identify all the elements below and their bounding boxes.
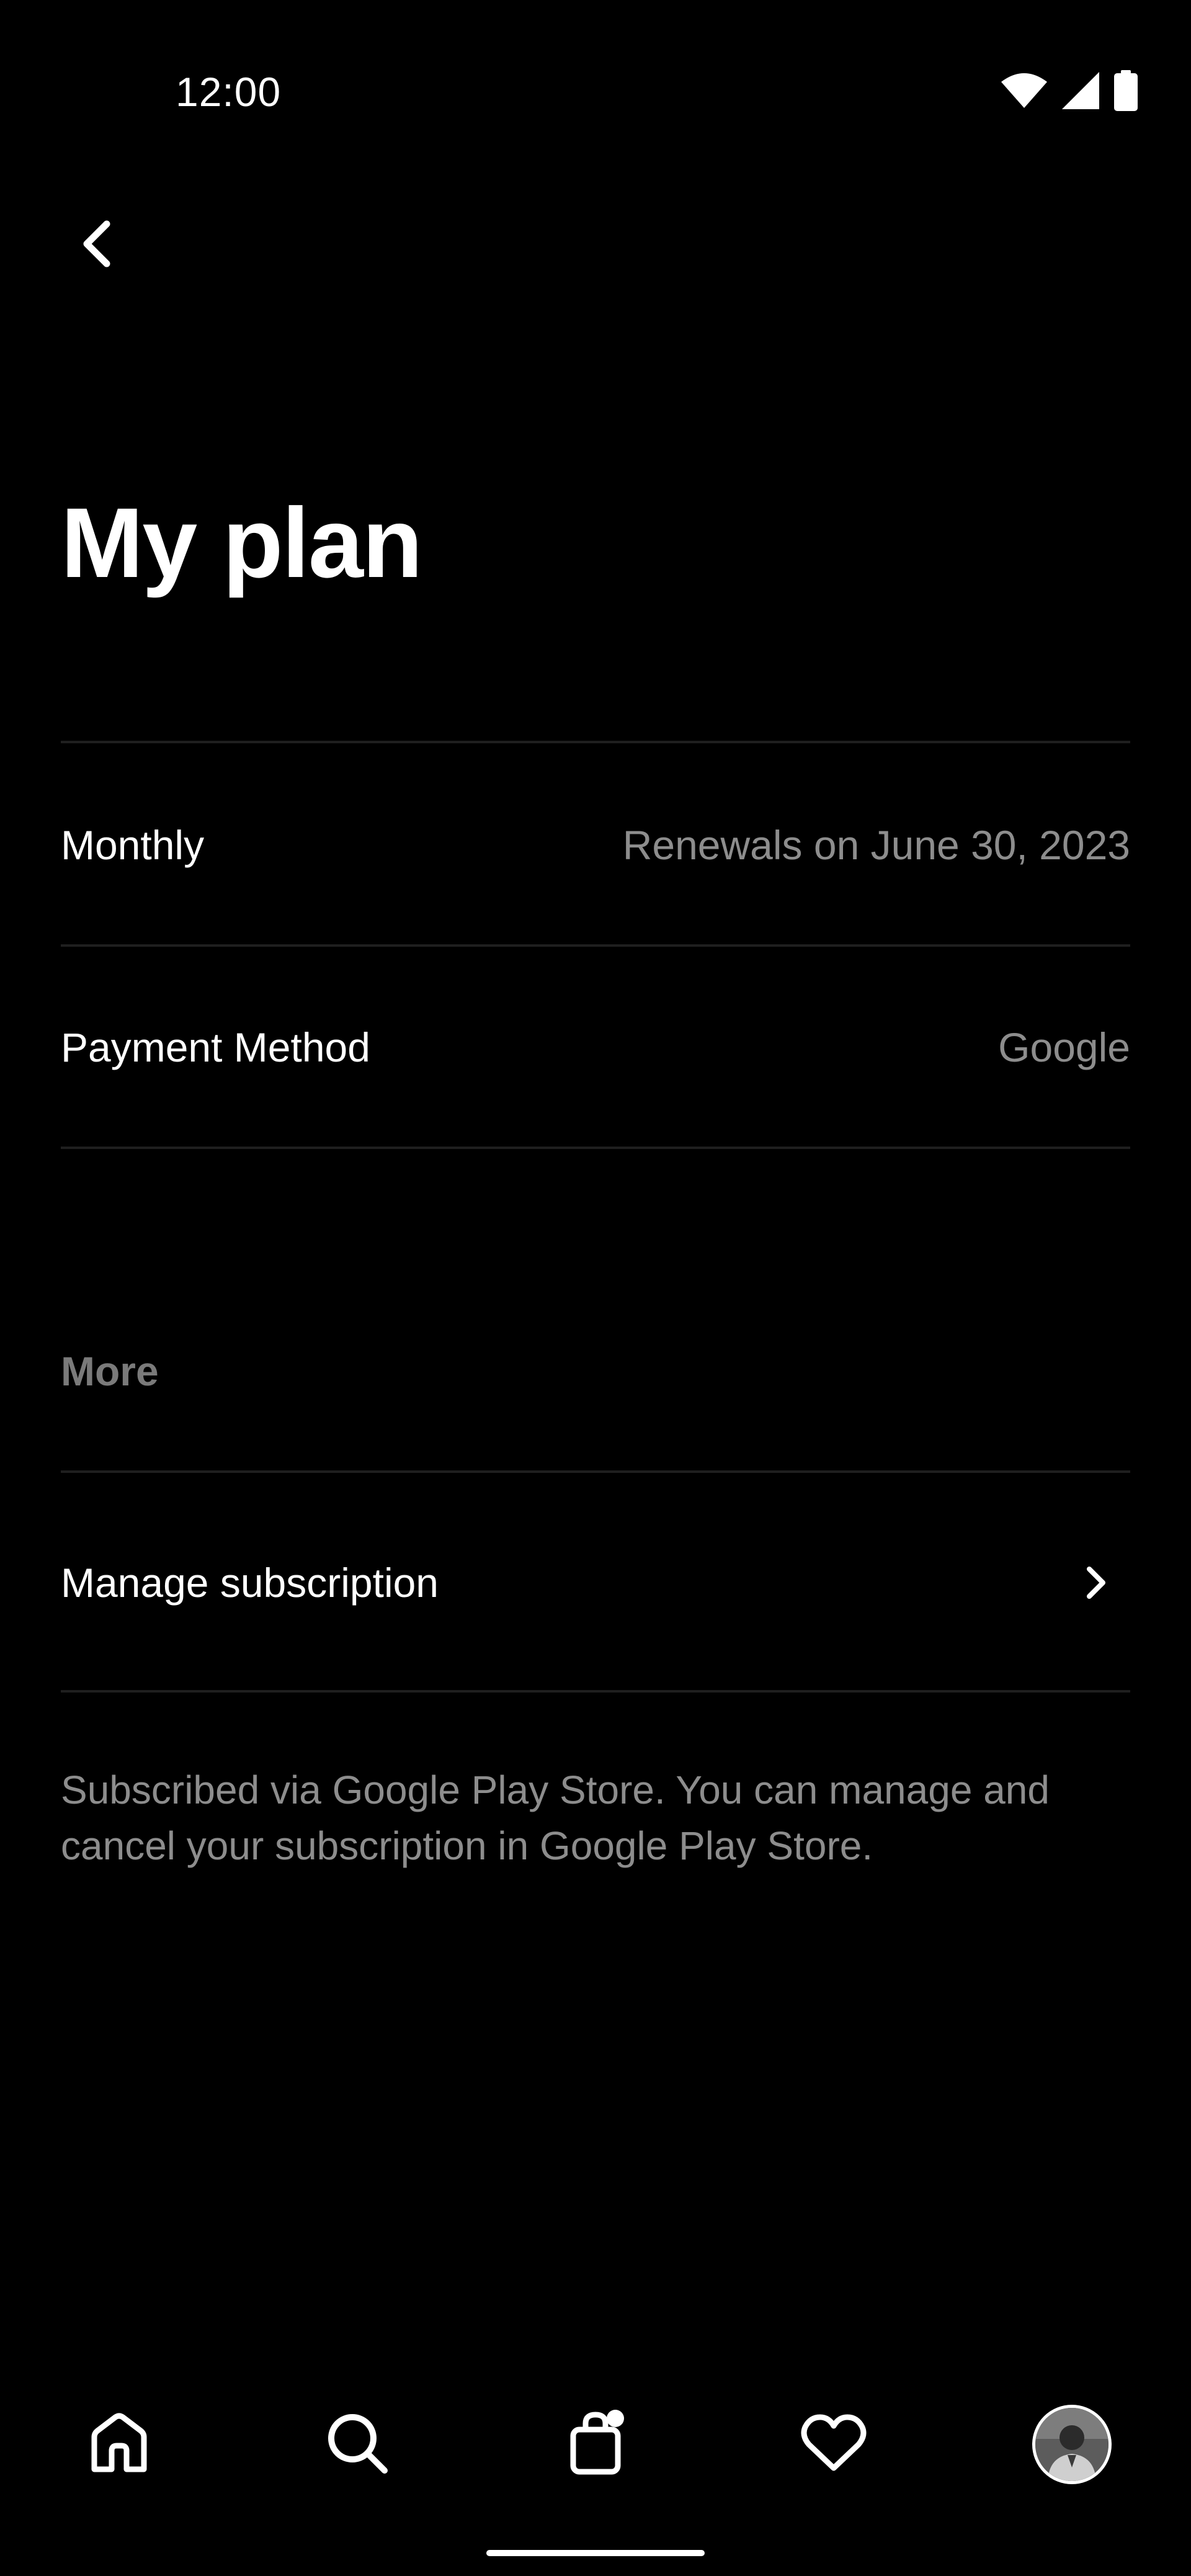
nav-home[interactable] (69, 2395, 169, 2494)
status-icons (1001, 67, 1138, 117)
manage-subscription-row[interactable]: Manage subscription (0, 1475, 1191, 1690)
payment-method-label: Payment Method (61, 1024, 370, 1070)
payment-method-value: Google (998, 1024, 1130, 1070)
nav-favorites[interactable] (784, 2395, 883, 2494)
chevron-left-icon (82, 220, 110, 271)
section-heading-more: More (61, 1348, 159, 1394)
nav-bag[interactable] (546, 2395, 645, 2494)
home-indicator (486, 2550, 705, 2556)
divider (61, 1470, 1130, 1473)
home-icon (88, 2412, 150, 2477)
renewal-date-value: Renewals on June 30, 2023 (622, 822, 1130, 868)
chevron-right-icon (1074, 1561, 1118, 1604)
avatar (1032, 2405, 1112, 2484)
status-time: 12:00 (176, 69, 282, 115)
cart-badge-dot (607, 2410, 624, 2427)
back-button[interactable] (62, 211, 130, 279)
divider (61, 741, 1130, 743)
subscription-note: Subscribed via Google Play Store. You ca… (61, 1768, 1050, 1868)
wifi-icon (1001, 73, 1047, 111)
search-icon (325, 2411, 390, 2479)
divider (61, 1690, 1130, 1693)
manage-subscription-label: Manage subscription (61, 1560, 439, 1606)
divider (61, 1147, 1130, 1149)
cell-signal-icon (1062, 71, 1099, 112)
nav-search[interactable] (308, 2395, 407, 2494)
nav-profile[interactable] (1022, 2395, 1122, 2494)
plan-type-label: Monthly (61, 822, 205, 868)
bottom-nav (0, 2395, 1191, 2494)
divider (61, 944, 1130, 947)
battery-icon (1114, 69, 1138, 114)
page-title: My plan (61, 487, 423, 598)
heart-icon (800, 2413, 867, 2476)
